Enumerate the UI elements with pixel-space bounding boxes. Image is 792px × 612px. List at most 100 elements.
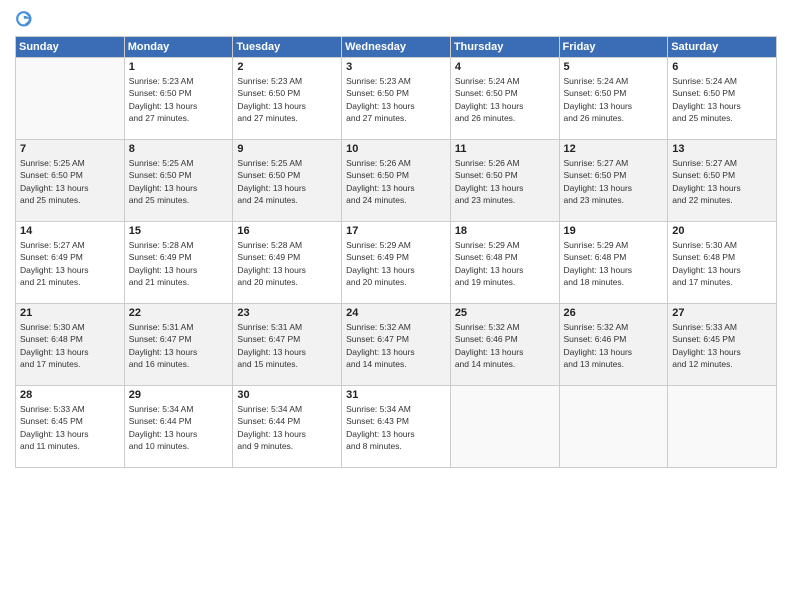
- calendar-cell: 10 Sunrise: 5:26 AM Sunset: 6:50 PM Dayli…: [342, 140, 451, 222]
- day-number: 27: [672, 307, 772, 319]
- day-number: 20: [672, 225, 772, 237]
- day-info: Sunrise: 5:26 AM Sunset: 6:50 PM Dayligh…: [346, 157, 446, 206]
- calendar-cell: [450, 386, 559, 468]
- day-number: 18: [455, 225, 555, 237]
- day-number: 13: [672, 143, 772, 155]
- day-info: Sunrise: 5:23 AM Sunset: 6:50 PM Dayligh…: [346, 75, 446, 124]
- day-number: 31: [346, 389, 446, 401]
- calendar-cell: 19Sunrise: 5:29 AM Sunset: 6:48 PM Dayli…: [559, 222, 668, 304]
- day-info: Sunrise: 5:29 AM Sunset: 6:48 PM Dayligh…: [455, 239, 555, 288]
- calendar-cell: [16, 58, 125, 140]
- day-number: 12: [564, 143, 664, 155]
- calendar-cell: 23 Sunrise: 5:31 AM Sunset: 6:47 PM Dayli…: [233, 304, 342, 386]
- calendar-cell: 29 Sunrise: 5:34 AM Sunset: 6:44 PM Dayli…: [124, 386, 233, 468]
- day-number: 24: [346, 307, 446, 319]
- day-number: 2: [237, 61, 337, 73]
- day-header: Thursday: [450, 37, 559, 58]
- calendar-cell: 4 Sunrise: 5:24 AM Sunset: 6:50 PM Daylig…: [450, 58, 559, 140]
- calendar-cell: 3 Sunrise: 5:23 AM Sunset: 6:50 PM Daylig…: [342, 58, 451, 140]
- calendar-cell: 14Sunrise: 5:27 AM Sunset: 6:49 PM Dayli…: [16, 222, 125, 304]
- day-header: Saturday: [668, 37, 777, 58]
- day-number: 5: [564, 61, 664, 73]
- day-info: Sunrise: 5:28 AM Sunset: 6:49 PM Dayligh…: [237, 239, 337, 288]
- calendar-cell: 11Sunrise: 5:26 AM Sunset: 6:50 PM Dayli…: [450, 140, 559, 222]
- day-info: Sunrise: 5:34 AM Sunset: 6:43 PM Dayligh…: [346, 403, 446, 452]
- calendar-cell: 31 Sunrise: 5:34 AM Sunset: 6:43 PM Dayli…: [342, 386, 451, 468]
- day-header: Tuesday: [233, 37, 342, 58]
- day-info: Sunrise: 5:27 AM Sunset: 6:50 PM Dayligh…: [564, 157, 664, 206]
- day-info: Sunrise: 5:24 AM Sunset: 6:50 PM Dayligh…: [672, 75, 772, 124]
- calendar-week-row: 7 Sunrise: 5:25 AM Sunset: 6:50 PM Daylig…: [16, 140, 777, 222]
- day-info: Sunrise: 5:30 AM Sunset: 6:48 PM Dayligh…: [672, 239, 772, 288]
- day-info: Sunrise: 5:33 AM Sunset: 6:45 PM Dayligh…: [20, 403, 120, 452]
- calendar-cell: 24 Sunrise: 5:32 AM Sunset: 6:47 PM Dayli…: [342, 304, 451, 386]
- calendar-cell: 22 Sunrise: 5:31 AM Sunset: 6:47 PM Dayli…: [124, 304, 233, 386]
- day-info: Sunrise: 5:28 AM Sunset: 6:49 PM Dayligh…: [129, 239, 229, 288]
- calendar-cell: 6Sunrise: 5:24 AM Sunset: 6:50 PM Daylig…: [668, 58, 777, 140]
- day-info: Sunrise: 5:27 AM Sunset: 6:49 PM Dayligh…: [20, 239, 120, 288]
- calendar: SundayMondayTuesdayWednesdayThursdayFrid…: [15, 36, 777, 468]
- day-number: 26: [564, 307, 664, 319]
- calendar-cell: 13 Sunrise: 5:27 AM Sunset: 6:50 PM Dayli…: [668, 140, 777, 222]
- day-info: Sunrise: 5:27 AM Sunset: 6:50 PM Dayligh…: [672, 157, 772, 206]
- calendar-cell: 1 Sunrise: 5:23 AM Sunset: 6:50 PM Daylig…: [124, 58, 233, 140]
- day-number: 21: [20, 307, 120, 319]
- calendar-cell: 5Sunrise: 5:24 AM Sunset: 6:50 PM Daylig…: [559, 58, 668, 140]
- day-number: 19: [564, 225, 664, 237]
- day-info: Sunrise: 5:31 AM Sunset: 6:47 PM Dayligh…: [129, 321, 229, 370]
- calendar-cell: 20 Sunrise: 5:30 AM Sunset: 6:48 PM Dayli…: [668, 222, 777, 304]
- day-number: 11: [455, 143, 555, 155]
- calendar-cell: 7 Sunrise: 5:25 AM Sunset: 6:50 PM Daylig…: [16, 140, 125, 222]
- day-info: Sunrise: 5:29 AM Sunset: 6:49 PM Dayligh…: [346, 239, 446, 288]
- day-info: Sunrise: 5:24 AM Sunset: 6:50 PM Dayligh…: [455, 75, 555, 124]
- day-info: Sunrise: 5:23 AM Sunset: 6:50 PM Dayligh…: [237, 75, 337, 124]
- day-number: 25: [455, 307, 555, 319]
- day-number: 3: [346, 61, 446, 73]
- calendar-cell: 26 Sunrise: 5:32 AM Sunset: 6:46 PM Dayli…: [559, 304, 668, 386]
- day-number: 8: [129, 143, 229, 155]
- day-number: 10: [346, 143, 446, 155]
- calendar-week-row: 28 Sunrise: 5:33 AM Sunset: 6:45 PM Dayli…: [16, 386, 777, 468]
- calendar-cell: [668, 386, 777, 468]
- day-number: 29: [129, 389, 229, 401]
- day-number: 28: [20, 389, 120, 401]
- day-header: Sunday: [16, 37, 125, 58]
- calendar-cell: 21 Sunrise: 5:30 AM Sunset: 6:48 PM Dayli…: [16, 304, 125, 386]
- day-info: Sunrise: 5:25 AM Sunset: 6:50 PM Dayligh…: [237, 157, 337, 206]
- day-info: Sunrise: 5:32 AM Sunset: 6:47 PM Dayligh…: [346, 321, 446, 370]
- calendar-cell: 16 Sunrise: 5:28 AM Sunset: 6:49 PM Dayli…: [233, 222, 342, 304]
- calendar-cell: 18 Sunrise: 5:29 AM Sunset: 6:48 PM Dayli…: [450, 222, 559, 304]
- day-number: 4: [455, 61, 555, 73]
- day-number: 30: [237, 389, 337, 401]
- calendar-week-row: 1 Sunrise: 5:23 AM Sunset: 6:50 PM Daylig…: [16, 58, 777, 140]
- day-number: 23: [237, 307, 337, 319]
- calendar-cell: 30 Sunrise: 5:34 AM Sunset: 6:44 PM Dayli…: [233, 386, 342, 468]
- day-info: Sunrise: 5:31 AM Sunset: 6:47 PM Dayligh…: [237, 321, 337, 370]
- day-header: Monday: [124, 37, 233, 58]
- day-info: Sunrise: 5:32 AM Sunset: 6:46 PM Dayligh…: [455, 321, 555, 370]
- day-info: Sunrise: 5:33 AM Sunset: 6:45 PM Dayligh…: [672, 321, 772, 370]
- day-info: Sunrise: 5:30 AM Sunset: 6:48 PM Dayligh…: [20, 321, 120, 370]
- calendar-cell: 12 Sunrise: 5:27 AM Sunset: 6:50 PM Dayli…: [559, 140, 668, 222]
- day-info: Sunrise: 5:23 AM Sunset: 6:50 PM Dayligh…: [129, 75, 229, 124]
- day-number: 16: [237, 225, 337, 237]
- day-info: Sunrise: 5:34 AM Sunset: 6:44 PM Dayligh…: [237, 403, 337, 452]
- day-header: Friday: [559, 37, 668, 58]
- day-number: 17: [346, 225, 446, 237]
- calendar-cell: 8Sunrise: 5:25 AM Sunset: 6:50 PM Daylig…: [124, 140, 233, 222]
- calendar-cell: 27 Sunrise: 5:33 AM Sunset: 6:45 PM Dayli…: [668, 304, 777, 386]
- logo-icon: [15, 10, 37, 32]
- day-number: 7: [20, 143, 120, 155]
- day-number: 22: [129, 307, 229, 319]
- day-number: 9: [237, 143, 337, 155]
- calendar-cell: 2 Sunrise: 5:23 AM Sunset: 6:50 PM Daylig…: [233, 58, 342, 140]
- calendar-week-row: 21 Sunrise: 5:30 AM Sunset: 6:48 PM Dayli…: [16, 304, 777, 386]
- header: [15, 10, 777, 32]
- calendar-cell: 17 Sunrise: 5:29 AM Sunset: 6:49 PM Dayli…: [342, 222, 451, 304]
- day-info: Sunrise: 5:34 AM Sunset: 6:44 PM Dayligh…: [129, 403, 229, 452]
- day-info: Sunrise: 5:25 AM Sunset: 6:50 PM Dayligh…: [20, 157, 120, 206]
- day-info: Sunrise: 5:32 AM Sunset: 6:46 PM Dayligh…: [564, 321, 664, 370]
- calendar-cell: 9 Sunrise: 5:25 AM Sunset: 6:50 PM Daylig…: [233, 140, 342, 222]
- calendar-cell: 28 Sunrise: 5:33 AM Sunset: 6:45 PM Dayli…: [16, 386, 125, 468]
- day-number: 1: [129, 61, 229, 73]
